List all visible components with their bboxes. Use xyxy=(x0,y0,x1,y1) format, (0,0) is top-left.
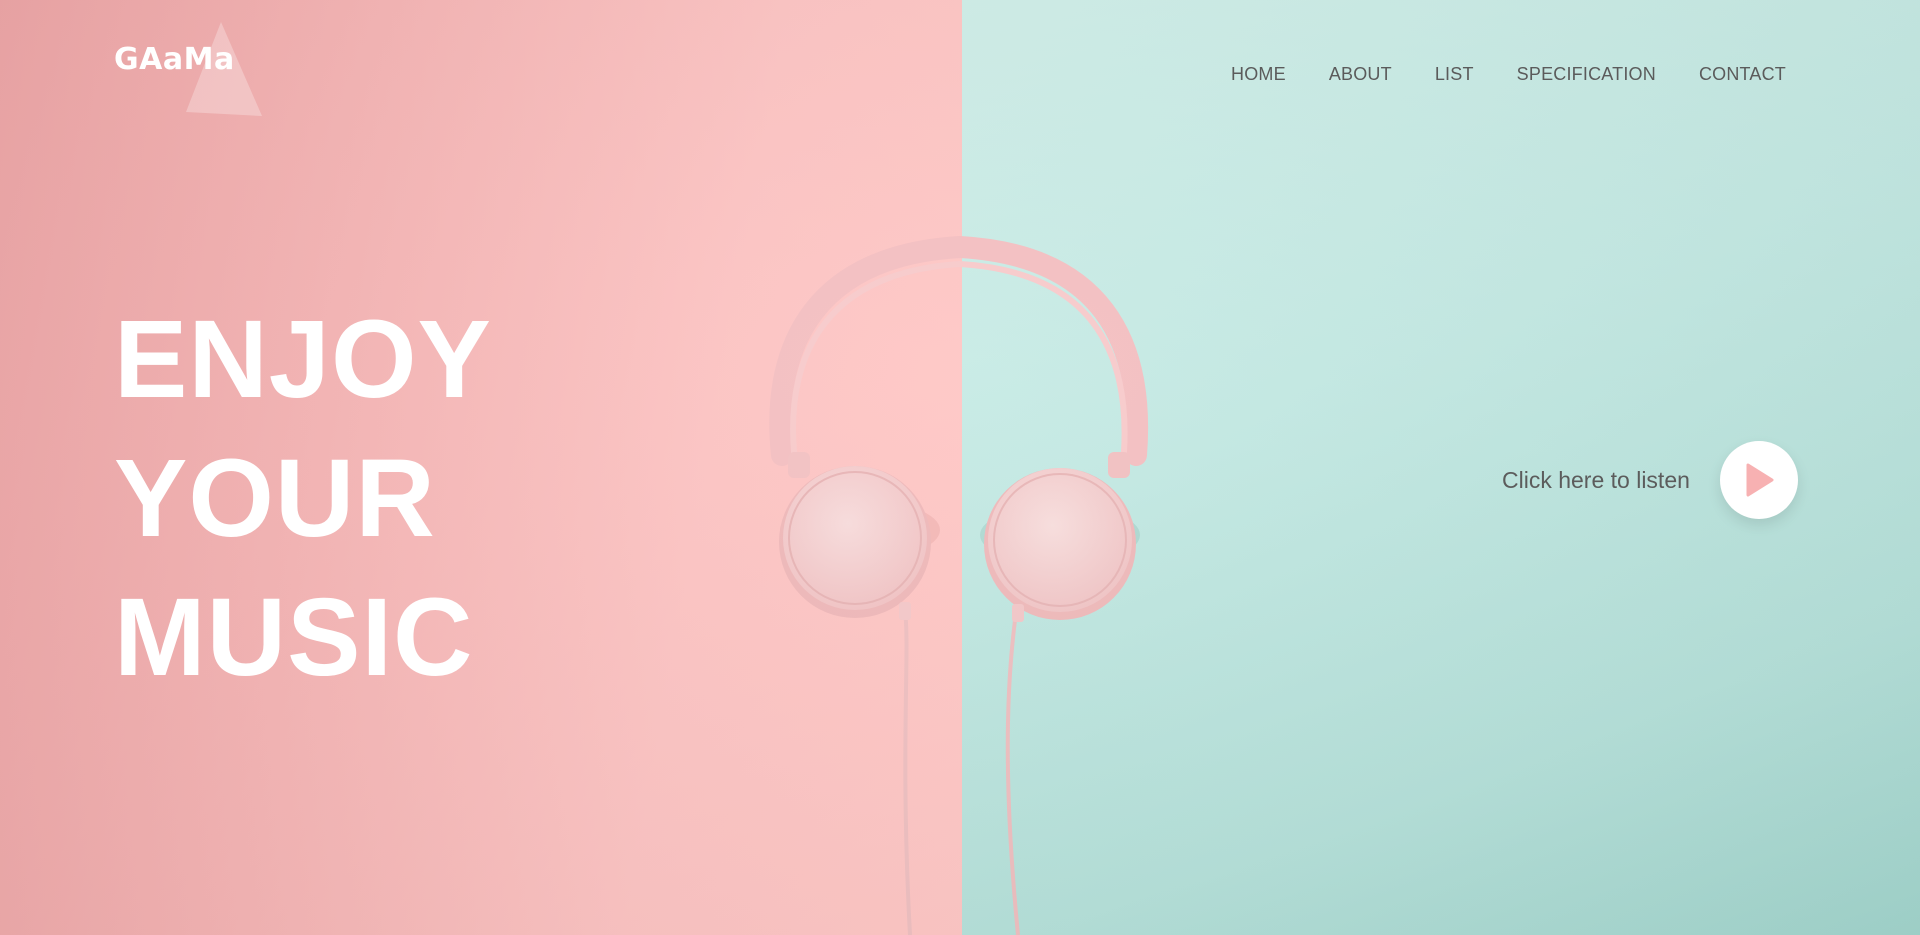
landing-page: GAaMa HOME ABOUT LIST SPECIFICATION CONT… xyxy=(0,0,1920,935)
play-icon xyxy=(1746,463,1774,497)
nav-item-home[interactable]: HOME xyxy=(1231,64,1286,85)
hero-heading: ENJOY YOUR MUSIC xyxy=(114,290,492,707)
hero-line-enjoy: ENJOY xyxy=(114,298,492,421)
logo-text: GAaMa xyxy=(114,42,235,77)
hero-line-music: MUSIC xyxy=(114,576,474,699)
main-navigation: HOME ABOUT LIST SPECIFICATION CONTACT xyxy=(1231,64,1786,85)
listen-cta: Click here to listen xyxy=(1502,441,1798,519)
headphones-image xyxy=(769,235,1148,935)
nav-item-list[interactable]: LIST xyxy=(1435,64,1474,85)
brand-logo[interactable]: GAaMa xyxy=(114,22,274,116)
listen-label[interactable]: Click here to listen xyxy=(1502,467,1690,494)
nav-item-about[interactable]: ABOUT xyxy=(1329,64,1392,85)
nav-item-specification[interactable]: SPECIFICATION xyxy=(1517,64,1656,85)
play-button[interactable] xyxy=(1719,441,1798,519)
hero-line-your: YOUR xyxy=(114,437,436,560)
nav-item-contact[interactable]: CONTACT xyxy=(1699,64,1786,85)
